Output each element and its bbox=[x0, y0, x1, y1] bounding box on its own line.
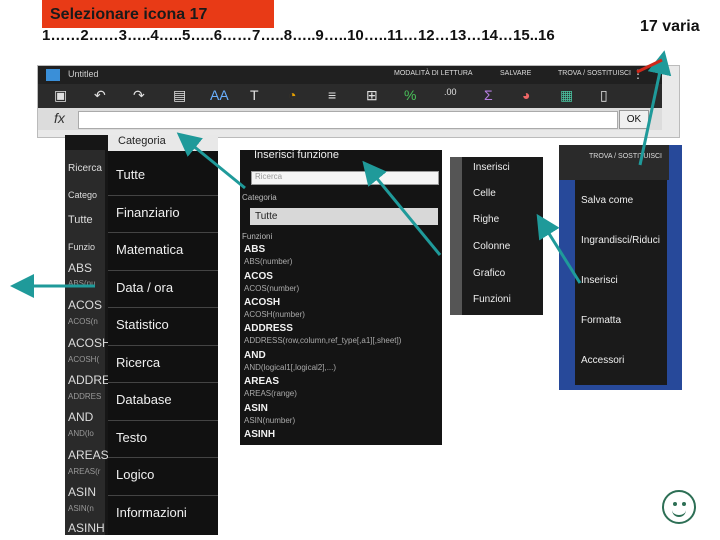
arrows-overlay bbox=[10, 50, 672, 298]
red-pointer bbox=[636, 58, 663, 74]
arrow-to-menu bbox=[638, 50, 672, 166]
arrow-to-insert bbox=[536, 213, 582, 284]
arrow-to-functions bbox=[362, 160, 442, 256]
arrow-to-category bbox=[176, 132, 246, 190]
smiley-icon bbox=[662, 490, 696, 524]
